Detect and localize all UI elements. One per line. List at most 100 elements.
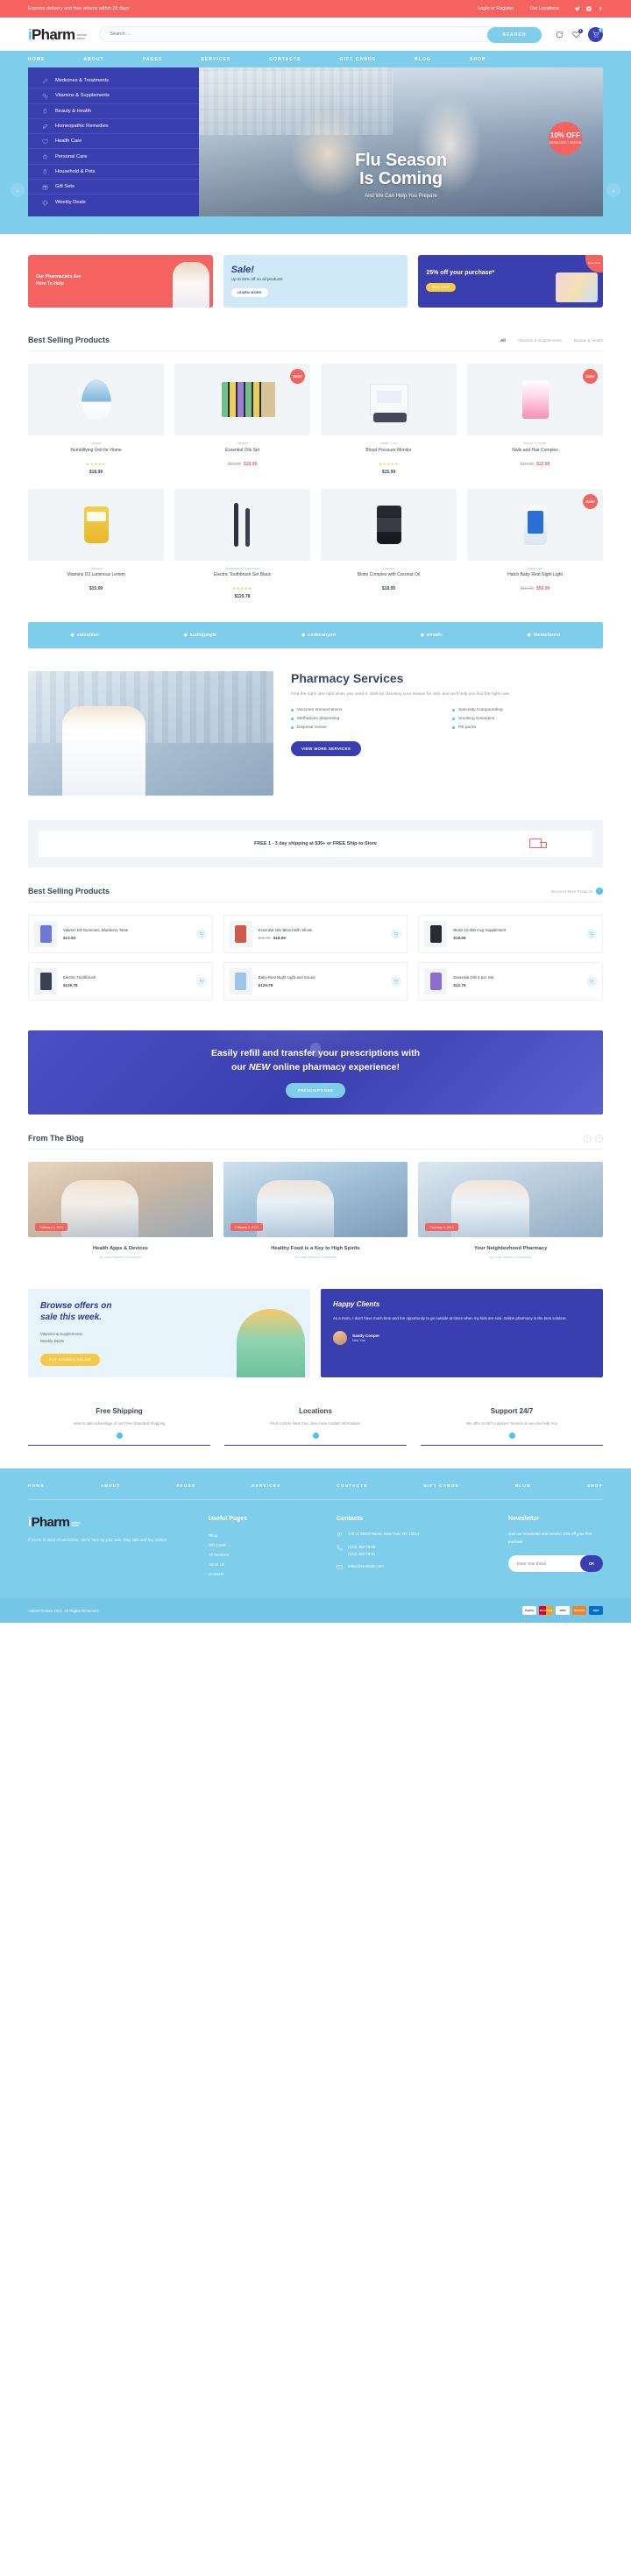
nav-item-pages[interactable]: PAGES bbox=[143, 57, 163, 62]
add-to-cart-button[interactable] bbox=[195, 976, 207, 987]
product-name[interactable]: Nails and Hair Complex bbox=[467, 448, 603, 459]
product-image[interactable] bbox=[174, 488, 310, 561]
category-item-gift-sets[interactable]: Gift Sets bbox=[28, 180, 199, 195]
logo[interactable]: iPharm online store bbox=[28, 27, 87, 42]
prescriptions-button[interactable]: PRESCRIPTIONS bbox=[285, 1082, 346, 1098]
product-card[interactable]: Health Care Blood Pressure Monitor ★★★★★ $1… bbox=[321, 364, 457, 475]
footer-link-all-services[interactable]: All Services bbox=[209, 1550, 323, 1560]
search-box[interactable]: SEARCH bbox=[99, 26, 542, 43]
footer-nav-gift-cards[interactable]: GIFT CARDS bbox=[423, 1484, 458, 1489]
footer-nav-blog[interactable]: BLOG bbox=[515, 1484, 531, 1489]
brand-audiojungle[interactable]: ◈ audiojungle bbox=[184, 633, 216, 638]
product-name[interactable]: Essential Oils Set bbox=[174, 448, 310, 459]
product-image[interactable]: Sale! bbox=[174, 364, 310, 435]
list-item-name[interactable]: Biotin 10,000 mcg Supplement bbox=[453, 928, 580, 933]
product-name[interactable]: Blood Pressure Monitor bbox=[321, 448, 457, 459]
blog-image[interactable]: February 3, 2019 bbox=[418, 1162, 603, 1237]
nav-item-contacts[interactable]: CONTACTS bbox=[269, 57, 301, 62]
product-image[interactable] bbox=[321, 364, 457, 435]
instagram-icon[interactable] bbox=[586, 6, 592, 11]
tab-all[interactable]: All bbox=[500, 338, 506, 343]
nav-item-gift-cards[interactable]: GIFT CARDS bbox=[340, 57, 377, 62]
register-link[interactable]: Register bbox=[496, 6, 514, 11]
footer-nav-shop[interactable]: SHOP bbox=[587, 1484, 603, 1489]
product-name[interactable]: Electric Toothbrush Set Black bbox=[174, 572, 310, 584]
list-item[interactable]: Electric Toothbrush $129.78 bbox=[28, 962, 213, 1001]
promo-discount[interactable]: 25% off your purchase* BUY NOW Shop Now bbox=[418, 255, 604, 308]
brand-codecanyon[interactable]: ◈ codecanyon bbox=[301, 633, 336, 638]
blog-image[interactable]: February 3, 2019 bbox=[223, 1162, 408, 1237]
add-to-cart-button[interactable] bbox=[586, 976, 597, 987]
footer-nav-contacts[interactable]: CONTACTS bbox=[337, 1484, 367, 1489]
category-item-homeopathic[interactable]: Homeopathic Remedies bbox=[28, 119, 199, 135]
add-to-cart-button[interactable] bbox=[195, 929, 207, 939]
footer-nav-services[interactable]: SERVICES bbox=[252, 1484, 280, 1489]
promo-2-button[interactable]: LEARN MORE bbox=[230, 288, 268, 298]
blog-image[interactable]: February 3, 2019 bbox=[28, 1162, 213, 1237]
footer-nav-about[interactable]: ABOUT bbox=[101, 1484, 121, 1489]
product-card[interactable]: Medicines & Treatments Electric Toothbrus… bbox=[174, 488, 310, 599]
list-item-name[interactable]: Vitamin D3 Gummies, Blueberry Taste bbox=[63, 928, 190, 933]
nav-item-about[interactable]: ABOUT bbox=[83, 57, 103, 62]
category-item-health-care[interactable]: Health Care bbox=[28, 134, 199, 150]
product-name[interactable]: Humidifying Unit for Home bbox=[28, 448, 164, 459]
wishlist-icon[interactable]: 1 bbox=[571, 28, 583, 39]
slider-prev-arrow[interactable]: ‹ bbox=[11, 183, 25, 197]
product-image[interactable] bbox=[321, 488, 457, 561]
tab-beauty[interactable]: Beauty & Health bbox=[574, 338, 603, 343]
list-item[interactable]: Biotin 10,000 mcg Supplement $18.99 bbox=[418, 915, 603, 953]
product-card[interactable]: Sale! Lifestyle Essential Oils Set $32.99 $1… bbox=[174, 364, 310, 475]
login-link[interactable]: Login or Register bbox=[478, 6, 514, 11]
product-card[interactable]: Vitamins Biotin Complex with Coconut Oil $… bbox=[321, 488, 457, 600]
slider-next-arrow[interactable]: › bbox=[606, 183, 620, 197]
blog-card[interactable]: February 3, 2019 Health Apps & Devices by … bbox=[28, 1162, 213, 1259]
product-card[interactable]: Sale! Night Light Hatch Baby Rest Night Li… bbox=[467, 488, 603, 600]
footer-link-contacts[interactable]: Contacts bbox=[209, 1569, 323, 1579]
nav-item-home[interactable]: HOME bbox=[28, 57, 45, 62]
list-item-name[interactable]: Essential Oils 5 psc Set bbox=[453, 975, 580, 980]
newsletter-ok-button[interactable]: OK bbox=[580, 1555, 603, 1573]
blog-prev-arrow[interactable]: ‹ bbox=[584, 1134, 592, 1143]
footer-nav-home[interactable]: HOME bbox=[28, 1484, 45, 1489]
blog-post-title[interactable]: Healthy Food is a Key to High Spirits bbox=[223, 1245, 408, 1252]
list-item[interactable]: Vitamin D3 Gummies, Blueberry Taste $13.9… bbox=[28, 915, 213, 953]
footer-link-gift-cards[interactable]: Gift Cards bbox=[209, 1540, 323, 1550]
list-item[interactable]: Essential Oils 5 psc Set $12.78 bbox=[418, 962, 603, 1001]
nav-item-shop[interactable]: SHOP bbox=[470, 57, 486, 62]
footer-link-shop[interactable]: Shop bbox=[209, 1531, 323, 1540]
product-card[interactable]: Lifestyle Humidifying Unit for Home ★★★★★ $… bbox=[28, 364, 164, 475]
footer-email[interactable]: sales@example.com bbox=[337, 1563, 494, 1570]
blog-card[interactable]: February 3, 2019 Healthy Food is a Key to… bbox=[223, 1162, 408, 1259]
locations-link[interactable]: Our Locations bbox=[529, 6, 559, 11]
blog-next-arrow[interactable]: › bbox=[595, 1134, 603, 1143]
product-name[interactable]: Vitamins D3 Luminous Lemon bbox=[28, 572, 164, 584]
category-item-household[interactable]: Household & Pets bbox=[28, 165, 199, 180]
add-to-cart-button[interactable] bbox=[391, 976, 402, 987]
product-image[interactable] bbox=[28, 364, 164, 435]
add-to-cart-button[interactable] bbox=[586, 929, 597, 939]
nav-item-services[interactable]: SERVICES bbox=[201, 57, 230, 62]
blog-post-title[interactable]: Health Apps & Devices bbox=[28, 1245, 213, 1252]
category-item-personal-care[interactable]: Personal Care bbox=[28, 149, 199, 165]
promo-sale[interactable]: Sale! Up to 25% off on all products LEAR… bbox=[223, 255, 408, 308]
footer-link-about-us[interactable]: About Us bbox=[209, 1560, 323, 1569]
blog-post-title[interactable]: Your Neighborhood Pharmacy bbox=[418, 1245, 603, 1252]
product-card[interactable]: Sale! Beauty & Health Nails and Hair Compl… bbox=[467, 364, 603, 475]
product-image[interactable]: Sale! bbox=[467, 488, 603, 561]
twitter-icon[interactable] bbox=[575, 6, 580, 11]
product-image[interactable]: Sale! bbox=[467, 364, 603, 435]
promo-3-button[interactable]: BUY NOW bbox=[426, 283, 457, 293]
add-to-cart-button[interactable] bbox=[391, 929, 402, 939]
promo-pharmacists[interactable]: Our Pharmacists Are Here To Help bbox=[28, 255, 213, 308]
discover-more-link[interactable]: Discover More Products › bbox=[551, 888, 603, 895]
footer-phones[interactable]: (123) 456-78-90 (123) 456-78-91 bbox=[337, 1544, 494, 1559]
search-input[interactable] bbox=[110, 32, 542, 37]
brand-themeforest[interactable]: ◈ themeforest bbox=[527, 633, 560, 638]
search-button[interactable]: SEARCH bbox=[487, 27, 542, 43]
buy-stories-button[interactable]: BUY STORIES ONLINE bbox=[40, 1353, 101, 1366]
list-item-name[interactable]: Electric Toothbrush bbox=[63, 975, 190, 980]
brand-videohive[interactable]: ◈ videohive bbox=[71, 633, 99, 638]
tab-vitamins[interactable]: Vitamins & Supplements bbox=[518, 338, 562, 343]
product-card[interactable]: Vitamins Vitamins D3 Luminous Lemon $15.99 bbox=[28, 488, 164, 600]
footer-nav-pages[interactable]: PAGES bbox=[176, 1484, 195, 1489]
